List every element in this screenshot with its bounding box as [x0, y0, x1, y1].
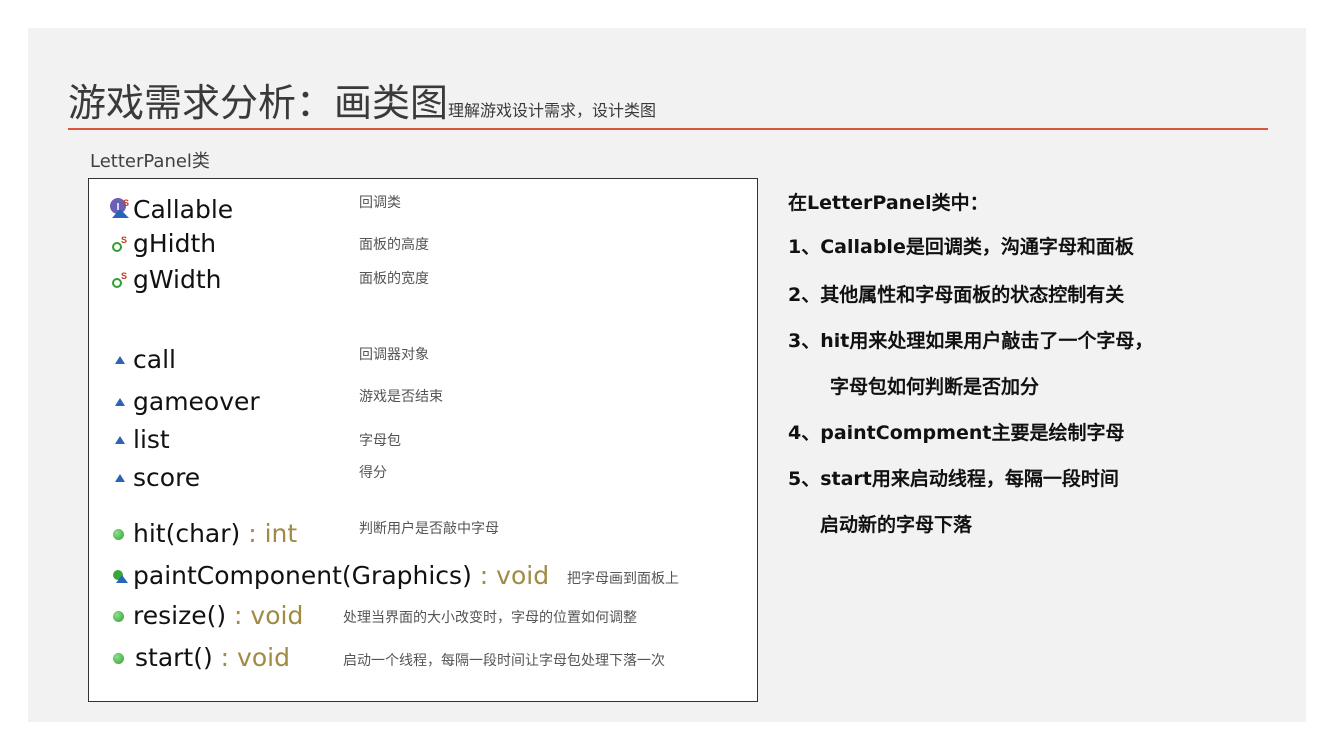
package-field-triangle-icon	[115, 398, 125, 406]
class-label: LetterPanel类	[90, 151, 210, 172]
member-desc: 判断用户是否敲中字母	[359, 521, 499, 537]
member-desc: 把字母画到面板上	[567, 571, 679, 587]
method-name: hit(char)	[133, 519, 241, 548]
method-name: start()	[135, 643, 213, 672]
note-item: 2、其他属性和字母面板的状态控制有关	[788, 284, 1125, 306]
member-name: list	[133, 425, 170, 454]
package-field-triangle-icon	[115, 436, 125, 444]
slide: 游戏需求分析：画类图理解游戏设计需求，设计类图 LetterPanel类 I S…	[28, 28, 1306, 722]
member-name: Callable	[133, 195, 234, 224]
svg-text:S: S	[121, 271, 127, 281]
note-item: 字母包如何判断是否加分	[830, 376, 1040, 398]
member-desc: 回调类	[359, 195, 401, 211]
static-field-icon: S	[112, 271, 127, 288]
package-field-triangle-icon	[115, 356, 125, 364]
title-subtitle: 理解游戏设计需求，设计类图	[448, 101, 657, 120]
notes-heading: 在LetterPanel类中：	[788, 192, 989, 214]
note-item: 4、paintCompment主要是绘制字母	[788, 422, 1125, 444]
member-desc: 启动一个线程，每隔一段时间让字母包处理下落一次	[343, 653, 665, 669]
static-field-icon: S	[112, 235, 127, 252]
member-desc: 面板的宽度	[359, 271, 429, 287]
method-return-type: : void	[226, 601, 304, 630]
public-method-dot-icon	[113, 611, 124, 622]
member-signature: start() : void	[135, 643, 290, 673]
method-name: resize()	[133, 601, 227, 630]
method-return-type: : int	[240, 519, 298, 548]
member-name: gHidth	[133, 229, 217, 258]
member-signature: paintComponent(Graphics) : void	[133, 561, 549, 591]
page-title: 游戏需求分析：画类图理解游戏设计需求，设计类图	[68, 72, 656, 127]
member-name: gameover	[133, 387, 260, 416]
member-name: score	[133, 463, 201, 492]
public-method-dot-icon	[113, 529, 124, 540]
member-desc: 游戏是否结束	[359, 389, 443, 405]
interface-static-icon: I S	[110, 198, 129, 218]
class-diagram-box: I S Callable 回调类 S gHidth 面板的高度 S gWidth…	[88, 178, 758, 702]
note-item: 1、Callable是回调类，沟通字母和面板	[788, 236, 1134, 258]
note-item: 5、start用来启动线程，每隔一段时间	[788, 468, 1119, 490]
member-name: gWidth	[133, 265, 222, 294]
public-method-dot-icon	[113, 653, 124, 664]
note-item: 启动新的字母下落	[820, 514, 973, 536]
member-signature: hit(char) : int	[133, 519, 297, 549]
method-return-type: : void	[212, 643, 290, 672]
protected-method-icon	[113, 570, 128, 583]
member-name: call	[133, 345, 176, 374]
svg-text:S: S	[123, 198, 129, 208]
package-field-triangle-icon	[115, 474, 125, 482]
member-desc: 得分	[359, 465, 387, 481]
note-item: 3、hit用来处理如果用户敲击了一个字母，	[788, 330, 1154, 352]
method-return-type: : void	[471, 561, 550, 590]
method-name: paintComponent(Graphics)	[133, 561, 472, 590]
member-desc: 字母包	[359, 433, 401, 449]
member-desc: 回调器对象	[359, 347, 429, 363]
member-desc: 面板的高度	[359, 237, 429, 253]
member-signature: resize() : void	[133, 601, 303, 631]
member-desc: 处理当界面的大小改变时，字母的位置如何调整	[343, 610, 637, 626]
title-main: 游戏需求分析：画类图	[68, 81, 449, 125]
svg-text:S: S	[121, 235, 127, 245]
title-divider	[68, 128, 1268, 130]
